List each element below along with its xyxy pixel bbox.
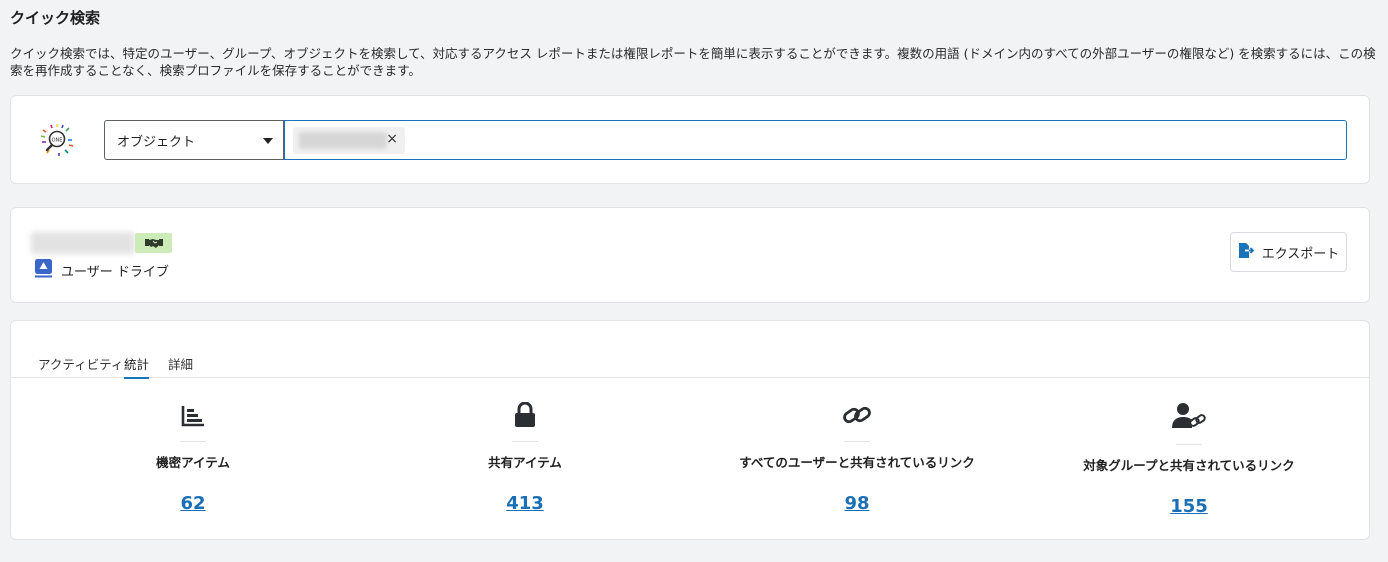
tab-statistics[interactable]: 統計 bbox=[124, 354, 150, 379]
tab-activity[interactable]: アクティビティ bbox=[38, 354, 123, 377]
magnifier-logo-icon: ONE bbox=[37, 120, 77, 160]
divider bbox=[512, 441, 538, 442]
export-file-icon bbox=[1238, 242, 1254, 263]
export-label: エクスポート bbox=[1261, 246, 1340, 262]
redacted-term bbox=[299, 132, 387, 149]
export-button[interactable]: エクスポート bbox=[1230, 232, 1347, 272]
link-icon bbox=[842, 403, 872, 431]
search-input[interactable]: × bbox=[284, 120, 1347, 160]
tab-details[interactable]: 詳細 bbox=[168, 354, 193, 377]
tab-bar: アクティビティ 統計 詳細 bbox=[11, 351, 1369, 379]
stat-value-link[interactable]: 155 bbox=[1170, 496, 1208, 517]
stat-value-link[interactable]: 413 bbox=[506, 493, 544, 514]
stat-value-link[interactable]: 98 bbox=[844, 493, 869, 514]
user-link-icon bbox=[1172, 402, 1206, 434]
redacted-object-name bbox=[31, 232, 135, 254]
stat-value-link[interactable]: 62 bbox=[180, 493, 205, 514]
drive-label: ユーザー ドライブ bbox=[61, 265, 169, 280]
stat-sensitive-items: 機密アイテム 62 bbox=[25, 403, 361, 514]
stat-label: 対象グループと共有されているリンク bbox=[1083, 458, 1295, 473]
stats-card: アクティビティ 統計 詳細 機密アイテム 62 共有アイテム 413 すべてのユ… bbox=[10, 320, 1370, 540]
drive-type: ユーザー ドライブ bbox=[35, 259, 169, 282]
page-title: クイック検索 bbox=[10, 9, 101, 27]
stat-shared-items: 共有アイテム 413 bbox=[357, 401, 693, 514]
stat-public-links: すべてのユーザーと共有されているリンク 98 bbox=[689, 403, 1025, 514]
page-description: クイック検索では、特定のユーザー、グループ、オブジェクトを検索して、対応するアク… bbox=[10, 46, 1376, 78]
stat-label: すべてのユーザーと共有されているリンク bbox=[739, 455, 975, 470]
search-type-value: オブジェクト bbox=[117, 134, 196, 150]
google-drive-icon bbox=[35, 259, 52, 282]
stat-label: 共有アイテム bbox=[488, 455, 562, 470]
svg-text:ONE: ONE bbox=[52, 138, 63, 144]
stat-group-links: 対象グループと共有されているリンク 155 bbox=[1021, 403, 1357, 517]
divider bbox=[844, 441, 870, 442]
divider bbox=[1176, 444, 1202, 445]
bar-chart-icon bbox=[181, 405, 205, 431]
lock-icon bbox=[514, 401, 536, 431]
search-type-select[interactable]: オブジェクト bbox=[104, 120, 284, 160]
divider bbox=[180, 441, 206, 442]
handshake-icon bbox=[135, 233, 172, 253]
search-term-chip: × bbox=[293, 127, 405, 154]
stat-label: 機密アイテム bbox=[156, 455, 230, 470]
object-card: ユーザー ドライブ エクスポート bbox=[10, 207, 1370, 303]
remove-chip-icon[interactable]: × bbox=[386, 131, 398, 147]
caret-down-icon bbox=[263, 138, 273, 144]
search-card: ONE オブジェクト × bbox=[10, 95, 1370, 184]
